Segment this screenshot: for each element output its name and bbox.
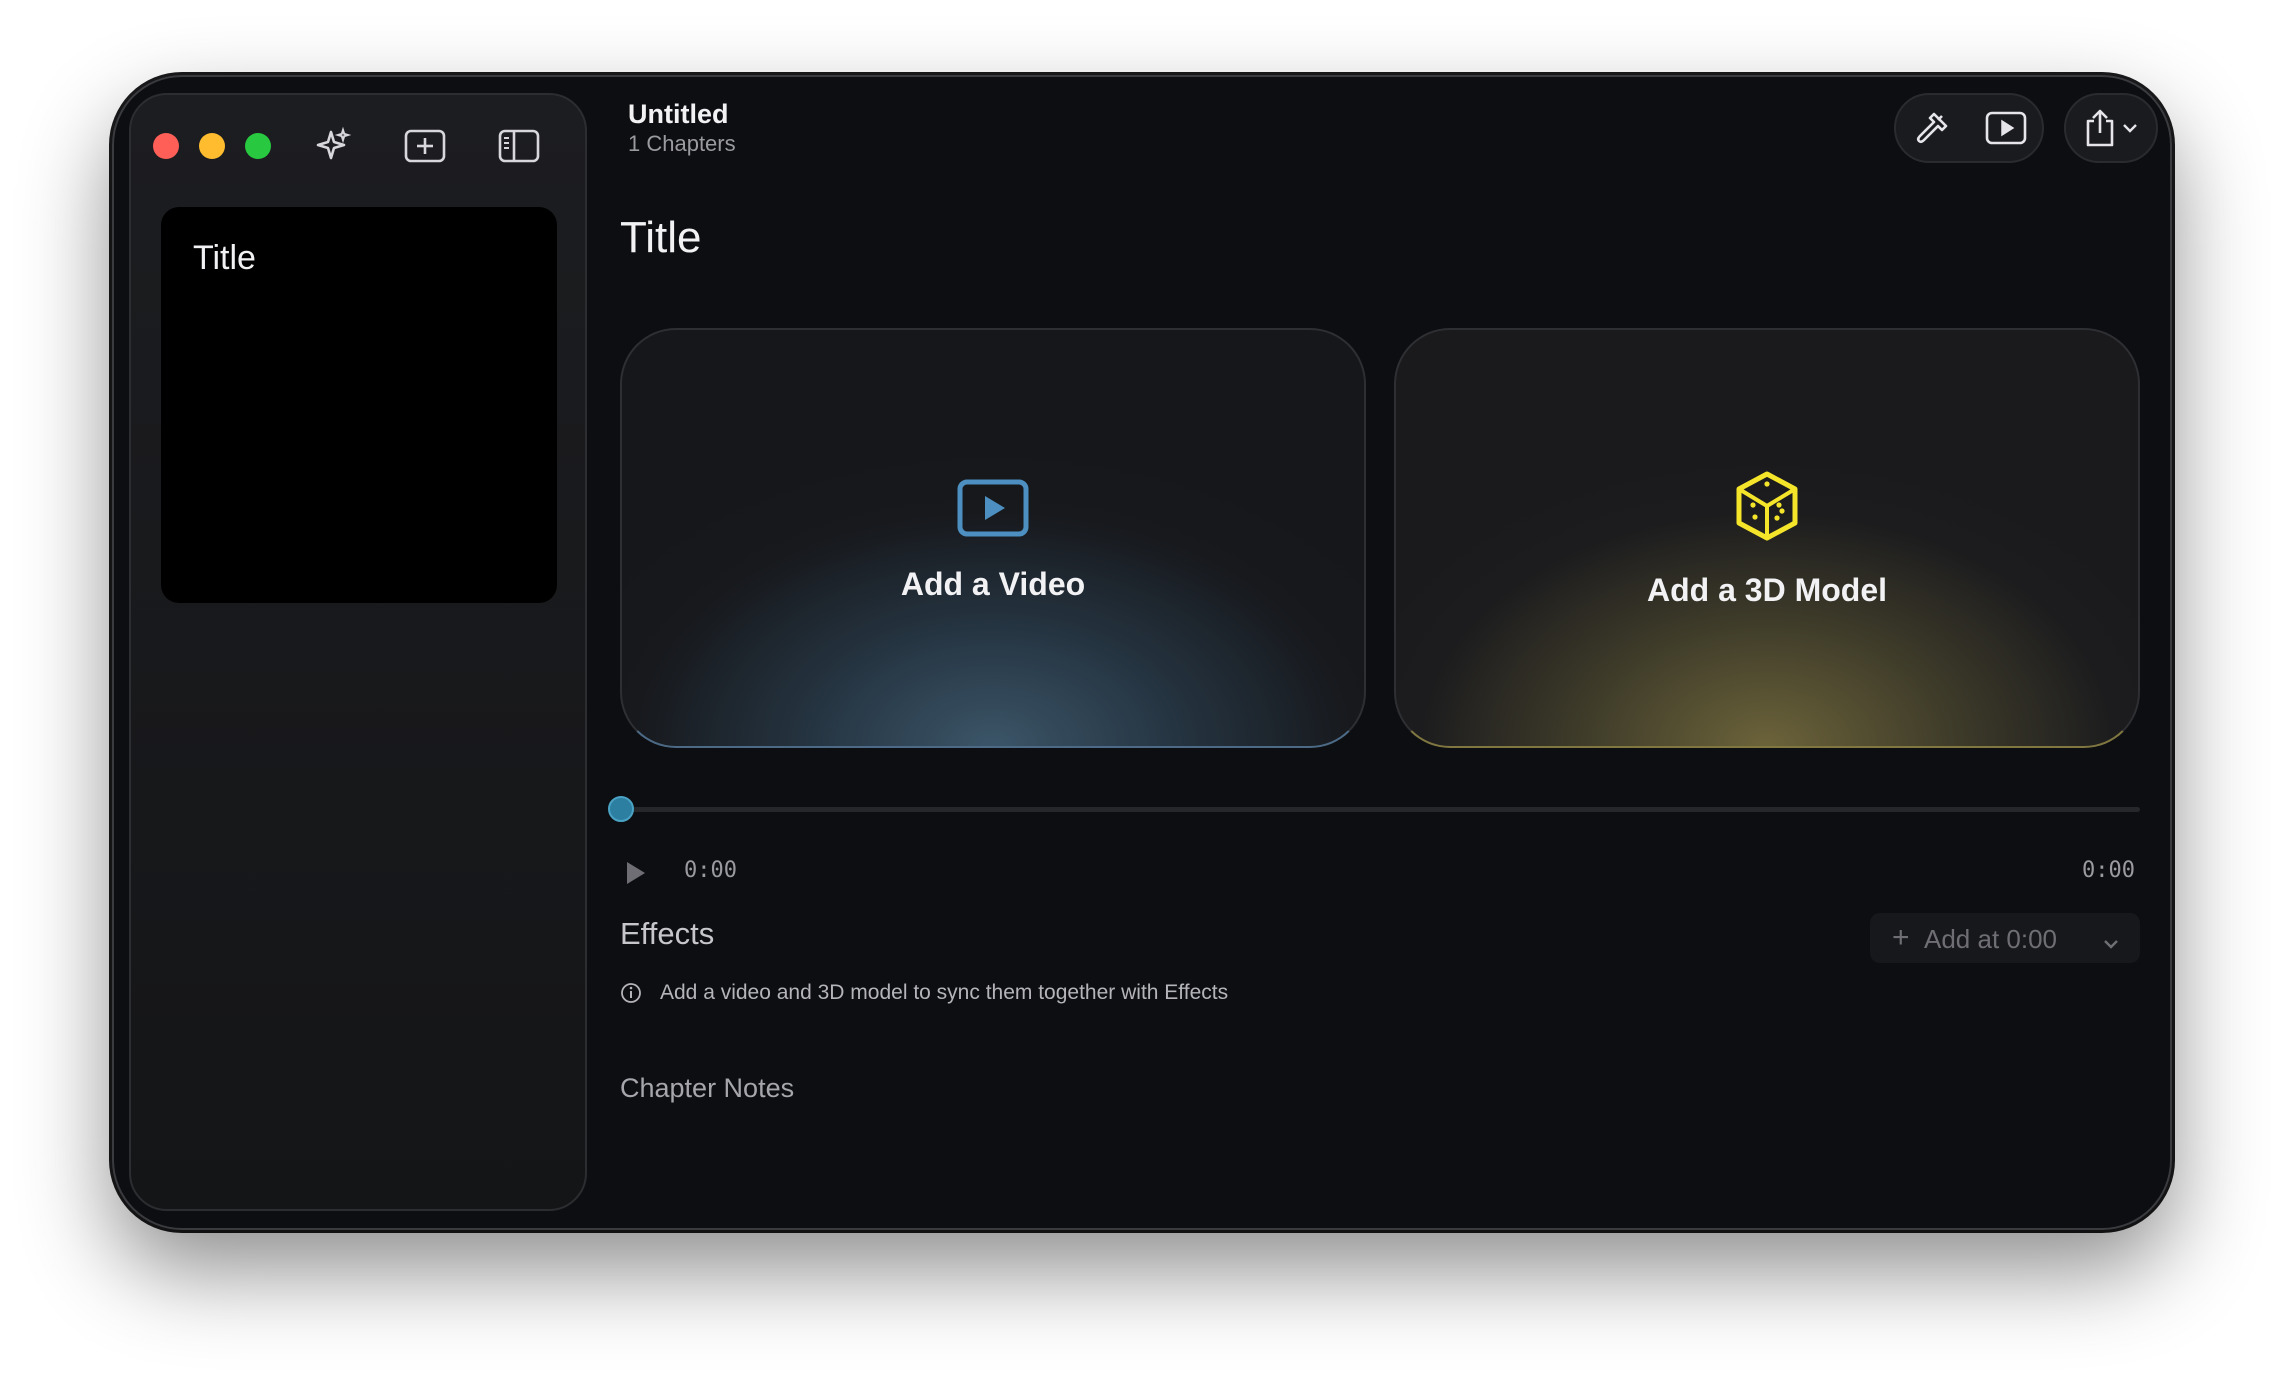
share-icon[interactable] xyxy=(2076,105,2124,151)
chapter-notes-field[interactable]: Chapter Notes xyxy=(620,1073,794,1104)
hammer-icon[interactable] xyxy=(1910,105,1958,151)
window-minimize-button[interactable] xyxy=(199,133,225,159)
window-maximize-button[interactable] xyxy=(245,133,271,159)
app-window: Title Untitled 1 Chapters Title Add a Vi… xyxy=(112,75,2172,1230)
toolbar-group-build xyxy=(1894,93,2044,163)
sparkles-icon[interactable] xyxy=(309,123,357,169)
plus-icon: + xyxy=(1892,921,1910,954)
chevron-down-icon xyxy=(2102,927,2120,958)
chevron-down-icon[interactable] xyxy=(2118,105,2142,151)
window-close-button[interactable] xyxy=(153,133,179,159)
video-play-icon xyxy=(957,478,1029,543)
add-3d-model-label: Add a 3D Model xyxy=(1646,572,1887,608)
document-title: Untitled xyxy=(628,99,729,129)
current-time: 0:00 xyxy=(684,858,737,883)
add-chapter-icon[interactable] xyxy=(401,123,449,169)
add-effect-label: Add at 0:00 xyxy=(1924,924,2057,954)
effects-heading: Effects xyxy=(620,916,715,951)
add-effect-button[interactable]: + Add at 0:00 xyxy=(1870,913,2140,963)
play-icon xyxy=(627,862,645,884)
chapter-title[interactable]: Title xyxy=(620,213,702,263)
duration-time: 0:00 xyxy=(2082,858,2135,883)
chapter-thumbnail-title: Title xyxy=(193,239,256,277)
timeline-track[interactable] xyxy=(620,807,2140,812)
document-subtitle: 1 Chapters xyxy=(628,131,736,156)
sidebar: Title xyxy=(129,93,587,1211)
add-video-label: Add a Video xyxy=(900,566,1086,602)
cube-icon xyxy=(1733,470,1801,547)
toolbar-group-share[interactable] xyxy=(2064,93,2158,163)
play-button[interactable] xyxy=(620,858,650,888)
info-icon xyxy=(620,982,642,1004)
add-3d-model-card[interactable]: Add a 3D Model xyxy=(1394,328,2140,748)
add-video-card[interactable]: Add a Video xyxy=(620,328,1366,748)
sidebar-toggle-icon[interactable] xyxy=(495,123,543,169)
play-preview-icon[interactable] xyxy=(1982,105,2030,151)
effects-info-text: Add a video and 3D model to sync them to… xyxy=(660,981,1229,1004)
chapter-thumbnail[interactable]: Title xyxy=(161,207,557,603)
timeline-scrubber-handle[interactable] xyxy=(608,796,634,822)
